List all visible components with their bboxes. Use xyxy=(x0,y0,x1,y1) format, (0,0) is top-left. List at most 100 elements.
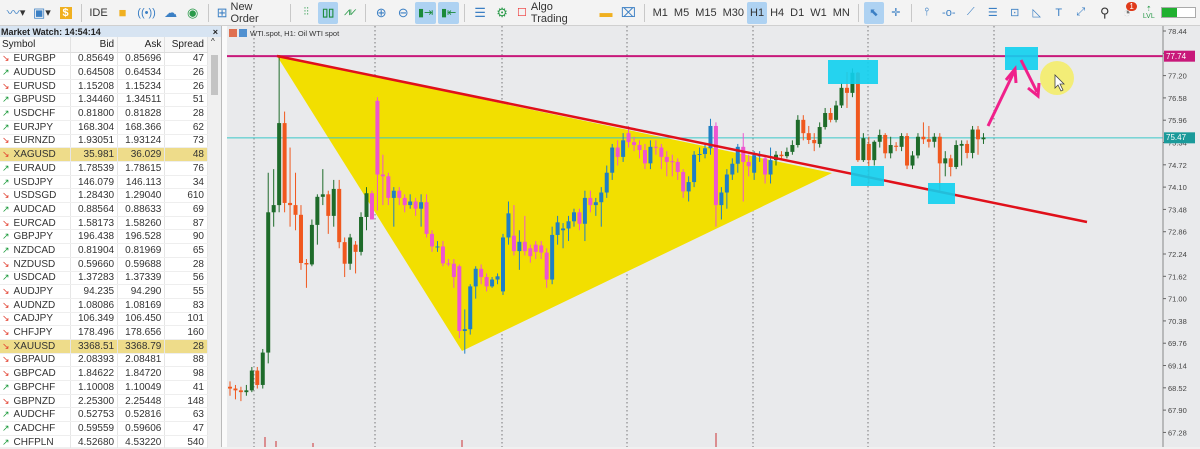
timeframe-h4[interactable]: H4 xyxy=(767,2,787,24)
symbol-row[interactable]: ↘ EURUSD 1.15208 1.15234 26 xyxy=(0,79,208,94)
spread-cell: 148 xyxy=(164,394,208,409)
notifications-button[interactable]: ◔ 1 xyxy=(1117,1,1137,24)
symbol-row[interactable]: ↗ AUDCHF 0.52753 0.52816 63 xyxy=(0,407,208,423)
arrow-up-icon: ↗ xyxy=(2,422,10,433)
symbol-row[interactable]: ↗ EURAUD 1.78539 1.78615 76 xyxy=(0,161,208,176)
cloud-icon[interactable]: ☁ xyxy=(161,2,181,24)
symbol-row[interactable]: ↗ USDCHF 0.81800 0.81828 28 xyxy=(0,106,208,121)
spread-cell: 51 xyxy=(164,93,208,108)
candlestick-chart-button[interactable]: ▯▯ xyxy=(318,1,339,24)
symbol-row[interactable]: ↗ AUDCAD 0.88564 0.88633 69 xyxy=(0,202,208,217)
symbol-row[interactable]: ↗ NZDCAD 0.81904 0.81969 65 xyxy=(0,243,208,258)
trendline-tool[interactable]: ⟋ xyxy=(961,2,981,24)
timeframe-m15[interactable]: M15 xyxy=(692,2,719,24)
symbol-row[interactable]: ↘ USDSGD 1.28430 1.29040 610 xyxy=(0,188,208,204)
chart-shift-button[interactable]: ▮⇥ xyxy=(415,1,437,24)
highlight-box-target[interactable] xyxy=(1005,47,1038,70)
template-dropdown[interactable]: ▣ ▾ xyxy=(30,2,53,24)
symbol-row[interactable]: ↗ USDCAD 1.37283 1.37339 56 xyxy=(0,271,208,286)
text-tool[interactable]: T xyxy=(1049,2,1069,24)
vps-icon[interactable]: ◉ xyxy=(183,2,203,24)
price-tick-label: 73.48 xyxy=(1168,205,1187,214)
column-header-spread[interactable]: Spread xyxy=(164,37,208,53)
symbol-row[interactable]: ↘ AUDJPY 94.235 94.290 55 xyxy=(0,284,208,299)
column-header-symbol[interactable]: Symbol xyxy=(0,37,71,53)
dollar-icon[interactable]: $ xyxy=(56,2,76,24)
timeframe-m5[interactable]: M5 xyxy=(671,2,692,24)
candle-body xyxy=(588,197,593,206)
bid-cell: 1.10008 xyxy=(70,380,119,395)
symbol-row[interactable]: ↗ USDJPY 146.079 146.113 34 xyxy=(0,175,208,190)
symbol-row[interactable]: ↘ EURCAD 1.58173 1.58260 87 xyxy=(0,216,208,231)
symbol-row[interactable]: ↘ GBPAUD 2.08393 2.08481 88 xyxy=(0,353,208,368)
symbol-cell: ↗ AUDCHF xyxy=(0,407,71,423)
symbol-row[interactable]: ↘ GBPCAD 1.84622 1.84720 98 xyxy=(0,366,208,381)
symbol-row[interactable]: ↗ GBPCHF 1.10008 1.10049 41 xyxy=(0,380,208,395)
rectangle-tool[interactable]: ⊡ xyxy=(1005,2,1025,24)
symbol-row[interactable]: ↘ NZDUSD 0.59660 0.59688 28 xyxy=(0,257,208,272)
timeframe-d1[interactable]: D1 xyxy=(787,2,807,24)
symbol-row[interactable]: ↗ GBPJPY 196.438 196.528 90 xyxy=(0,229,208,245)
symbol-row[interactable]: ↗ CADCHF 0.59559 0.59606 47 xyxy=(0,421,208,436)
lvl-icon[interactable]: ⇡ LVL xyxy=(1139,2,1159,24)
cursor-tool[interactable]: ⬉ xyxy=(863,1,884,24)
bid-cell: 2.08393 xyxy=(70,353,119,368)
timeframe-w1[interactable]: W1 xyxy=(807,2,830,24)
symbol-row[interactable]: ↘ XAUUSD 3368.51 3368.79 28 xyxy=(0,339,208,354)
horizontal-line-tool[interactable]: -o- xyxy=(939,2,959,24)
scrollbar[interactable]: ^ xyxy=(208,37,221,447)
algo-trading-button[interactable]: ☐ Algo Trading xyxy=(514,1,594,25)
arrow-tool[interactable]: ⤢ xyxy=(1071,2,1091,24)
price-tick-label: 70.38 xyxy=(1168,317,1187,326)
properties-icon[interactable]: ☰ xyxy=(470,2,490,24)
symbol-row[interactable]: ↘ EURGBP 0.85649 0.85696 47 xyxy=(0,52,208,67)
crosshair-tool[interactable]: ✛ xyxy=(886,2,906,24)
highlight-box-low-1[interactable] xyxy=(851,166,884,186)
highlight-box-low-2[interactable] xyxy=(928,183,955,204)
symbol-row[interactable]: ↗ EURJPY 168.304 168.366 62 xyxy=(0,120,208,135)
scrollbar-thumb[interactable] xyxy=(211,55,218,95)
highlight-box-high[interactable] xyxy=(828,60,878,84)
symbol-row[interactable]: ↘ CADJPY 106.349 106.450 101 xyxy=(0,312,208,327)
candle-body xyxy=(681,172,686,192)
symbol-cell: ↗ GBPCHF xyxy=(0,380,71,395)
column-header-bid[interactable]: Bid xyxy=(70,37,119,53)
price-tick-label: 69.76 xyxy=(1168,339,1187,348)
signals-icon[interactable]: ((•)) xyxy=(135,2,159,24)
symbol-cell: ↗ EURJPY xyxy=(0,120,71,135)
line-chart-button[interactable]: ⩘⩗ xyxy=(340,2,360,24)
symbol-row[interactable]: ↘ CHFJPY 178.496 178.656 160 xyxy=(0,325,208,340)
channel-tool[interactable]: ☰ xyxy=(983,2,1003,24)
ide-button[interactable]: IDE xyxy=(87,2,111,24)
market-bag-icon[interactable]: ■ xyxy=(113,2,133,24)
column-header-ask[interactable]: Ask xyxy=(117,37,166,53)
symbol-row[interactable]: ↘ XAGUSD 35.981 36.029 48 xyxy=(0,147,208,162)
auto-scroll-button[interactable]: ▮⇤ xyxy=(438,1,460,24)
symbol-name: GBPJPY xyxy=(13,231,54,243)
settings-gear-icon[interactable]: ⚙ xyxy=(492,2,512,24)
symbol-row[interactable]: ↘ GBPNZD 2.25300 2.25448 148 xyxy=(0,394,208,409)
timeframe-mn[interactable]: MN xyxy=(830,2,853,24)
timeframe-h1[interactable]: H1 xyxy=(747,1,768,24)
candle-body xyxy=(342,242,347,264)
zoom-out-icon[interactable]: ⊖ xyxy=(393,2,413,24)
candle-body xyxy=(806,133,811,140)
triangle-tool[interactable]: ◺ xyxy=(1027,2,1047,24)
price-chart[interactable]: 78.4477.8277.2076.5875.9675.3474.7274.10… xyxy=(222,26,1200,447)
symbol-row[interactable]: ↘ EURNZD 1.93051 1.93124 73 xyxy=(0,134,208,149)
symbol-row[interactable]: ↘ AUDNZD 1.08086 1.08169 83 xyxy=(0,298,208,313)
folder-icon[interactable]: ▬ xyxy=(596,2,616,24)
close-icon[interactable]: × xyxy=(213,27,221,37)
timeframe-m1[interactable]: M1 xyxy=(650,2,671,24)
bar-chart-button[interactable]: ⫶⫶ xyxy=(296,2,316,24)
zoom-in-icon[interactable]: ⊕ xyxy=(371,2,391,24)
timeframe-m30[interactable]: M30 xyxy=(720,2,747,24)
candle-body xyxy=(899,136,904,147)
symbol-row[interactable]: ↗ AUDUSD 0.64508 0.64534 26 xyxy=(0,65,208,80)
chart-type-dropdown[interactable]: 〰 ▾ xyxy=(4,2,28,24)
vertical-line-tool[interactable]: ⫯ xyxy=(917,2,937,24)
screenshot-icon[interactable]: ⌧ xyxy=(618,2,639,24)
symbol-row[interactable]: ↗ GBPUSD 1.34460 1.34511 51 xyxy=(0,93,208,108)
new-order-button[interactable]: ⊞ New Order xyxy=(214,1,286,25)
search-icon[interactable]: ⚲ xyxy=(1095,2,1115,24)
